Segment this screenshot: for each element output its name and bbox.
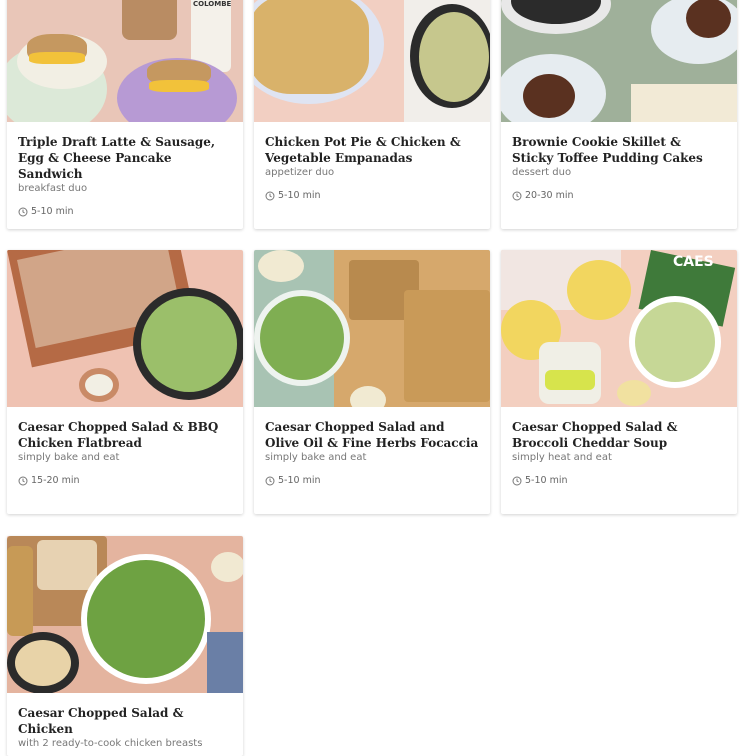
can-label: COLOMBE <box>193 0 232 8</box>
clock-icon <box>265 476 275 485</box>
prep-time: 20-30 min <box>512 190 726 201</box>
meal-image: CAES <box>501 250 737 407</box>
prep-time: 5-10 min <box>265 475 479 486</box>
meal-title: Brownie Cookie Skillet & Sticky Toffee P… <box>512 135 703 165</box>
meal-card[interactable]: Brownie Cookie Skillet & Sticky Toffee P… <box>501 0 737 229</box>
clock-icon <box>18 207 28 216</box>
bag-label: CAES <box>673 254 714 270</box>
clock-icon <box>18 476 28 485</box>
meal-title: Caesar Chopped Salad & Broccoli Cheddar … <box>512 420 678 450</box>
meal-subtitle: simply bake and eat <box>265 452 367 463</box>
meal-image <box>501 0 737 122</box>
meal-title: Chicken Pot Pie & Chicken & Vegetable Em… <box>265 135 461 165</box>
prep-time-label: 20-30 min <box>525 190 574 201</box>
prep-time: 5-10 min <box>18 206 232 217</box>
meal-subtitle: dessert duo <box>512 167 572 178</box>
meal-subtitle: simply bake and eat <box>18 452 120 463</box>
meal-title: Triple Draft Latte & Sausage, Egg & Chee… <box>18 135 216 181</box>
prep-time-label: 5-10 min <box>278 475 321 486</box>
meal-card[interactable]: COLOMBE Triple Draft Latte & Sausage, Eg… <box>7 0 243 229</box>
meal-title: Caesar Chopped Salad & BBQ Chicken Flatb… <box>18 420 219 450</box>
meal-card[interactable]: Caesar Chopped Salad & BBQ Chicken Flatb… <box>7 250 243 514</box>
meal-title: Caesar Chopped Salad & Chicken <box>18 706 184 736</box>
meal-title: Caesar Chopped Salad and Olive Oil & Fin… <box>265 420 479 450</box>
prep-time: 5-10 min <box>512 475 726 486</box>
clock-icon <box>265 191 275 200</box>
meal-card[interactable]: CAES Caesar Chopped Salad & Broccoli Che… <box>501 250 737 514</box>
meal-image <box>254 250 490 407</box>
meal-card[interactable]: Caesar Chopped Salad & Chicken with 2 re… <box>7 536 243 756</box>
meal-subtitle: with 2 ready-to-cook chicken breasts <box>18 738 203 749</box>
meal-subtitle: appetizer duo <box>265 167 335 178</box>
meal-image <box>254 0 490 122</box>
prep-time-label: 5-10 min <box>525 475 568 486</box>
meal-card[interactable]: Caesar Chopped Salad and Olive Oil & Fin… <box>254 250 490 514</box>
meal-subtitle: simply heat and eat <box>512 452 612 463</box>
clock-icon <box>512 476 522 485</box>
prep-time: 5-10 min <box>265 190 479 201</box>
prep-time-label: 5-10 min <box>278 190 321 201</box>
clock-icon <box>512 191 522 200</box>
meal-image <box>7 536 243 693</box>
meal-image: COLOMBE <box>7 0 243 122</box>
meal-subtitle: breakfast duo <box>18 183 88 194</box>
prep-time-label: 15-20 min <box>31 475 80 486</box>
meal-card[interactable]: Chicken Pot Pie & Chicken & Vegetable Em… <box>254 0 490 229</box>
prep-time-label: 5-10 min <box>31 206 74 217</box>
meal-image <box>7 250 243 407</box>
prep-time: 15-20 min <box>18 475 232 486</box>
